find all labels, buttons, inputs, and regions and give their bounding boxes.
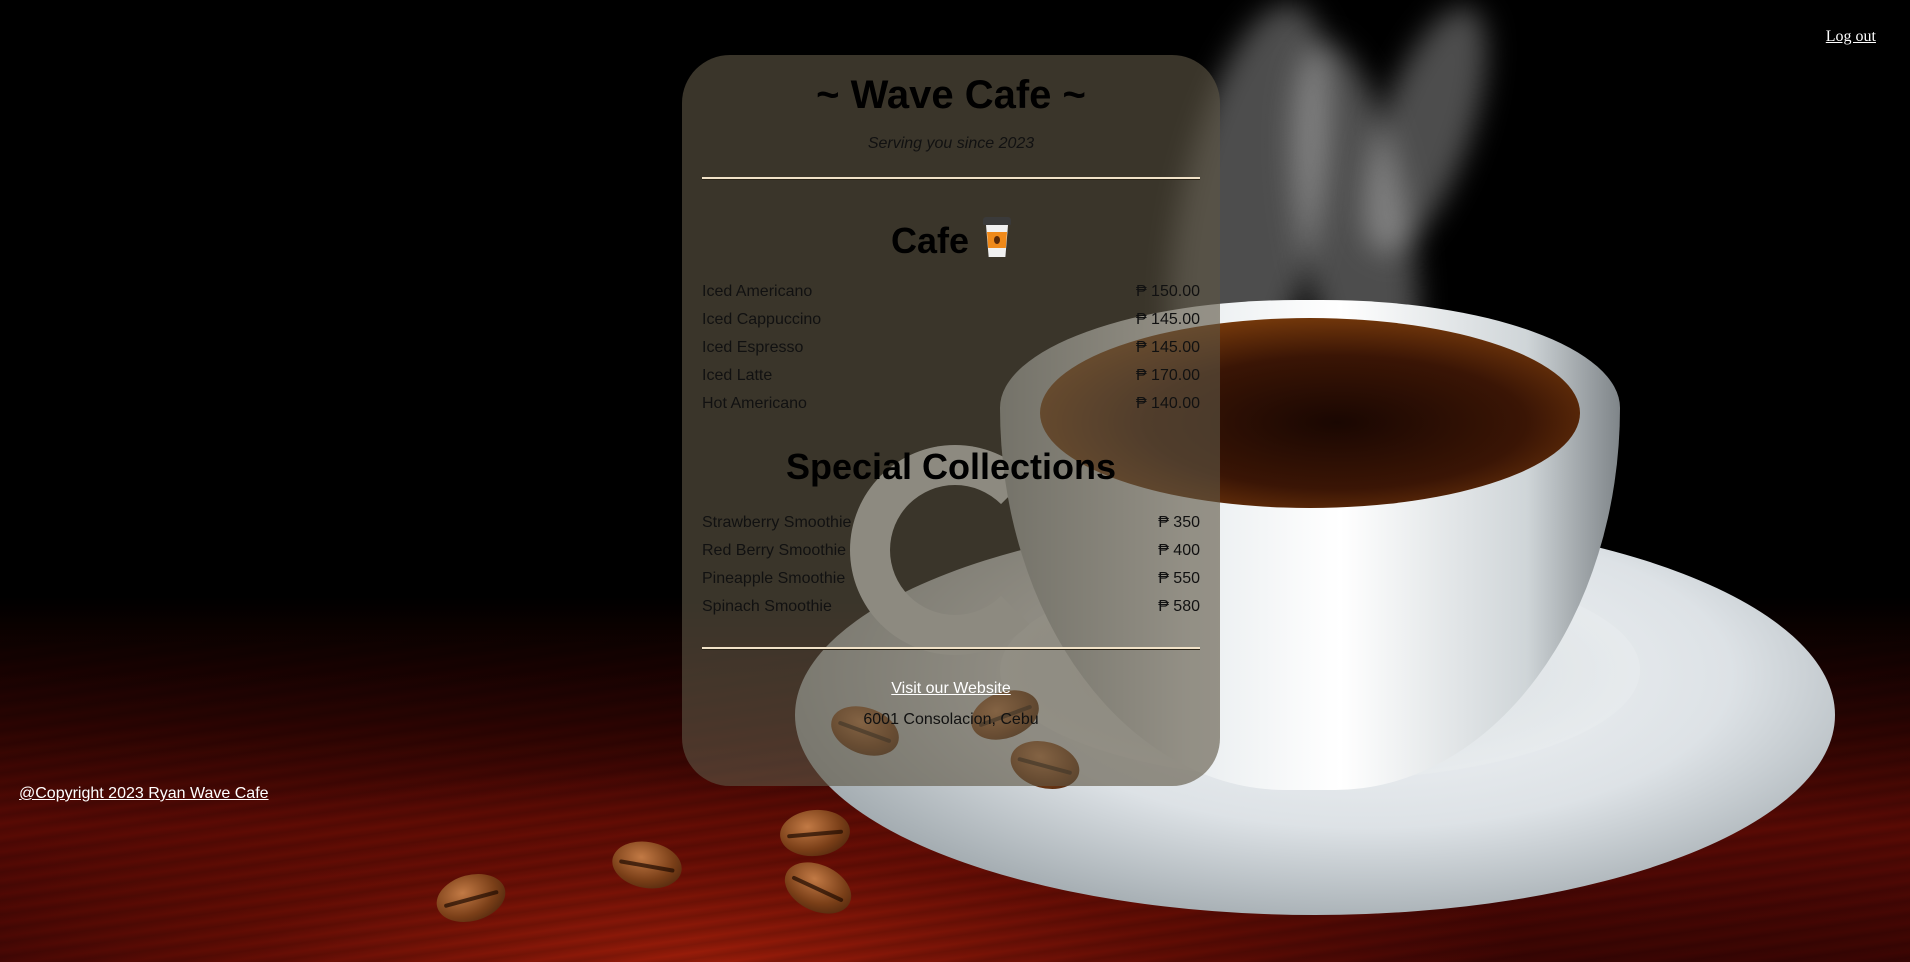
cafe-item-list: Iced Americano ₱ 150.00 Iced Cappuccino ₱ … bbox=[702, 278, 1200, 418]
menu-item-price: ₱ 140.00 bbox=[1135, 394, 1200, 412]
menu-item-price: ₱ 350 bbox=[1158, 514, 1200, 532]
cafe-title: ~ Wave Cafe ~ bbox=[816, 73, 1086, 117]
menu-item: Iced Espresso ₱ 145.00 bbox=[702, 334, 1200, 362]
menu-item-name: Hot Americano bbox=[702, 394, 807, 412]
menu-item-price: ₱ 550 bbox=[1158, 570, 1200, 588]
section-title-cafe: Cafe bbox=[702, 217, 1200, 261]
menu-item: Pineapple Smoothie ₱ 550 bbox=[702, 565, 1200, 593]
menu-item-price: ₱ 400 bbox=[1158, 542, 1200, 560]
menu-item-name: Iced Americano bbox=[702, 282, 813, 300]
menu-item-name: Red Berry Smoothie bbox=[702, 542, 847, 560]
cafe-tagline: Serving you since 2023 bbox=[867, 135, 1035, 152]
menu-item: Iced Cappuccino ₱ 145.00 bbox=[702, 306, 1200, 334]
menu-item-price: ₱ 150.00 bbox=[1135, 282, 1200, 300]
menu-item: Spinach Smoothie ₱ 580 bbox=[702, 593, 1200, 621]
copyright-link[interactable]: @Copyright 2023 Ryan Wave Cafe bbox=[19, 785, 269, 803]
menu-item-name: Spinach Smoothie bbox=[702, 598, 832, 616]
menu-item-price: ₱ 145.00 bbox=[1135, 310, 1200, 328]
menu-item-name: Iced Latte bbox=[702, 366, 773, 384]
menu-item-name: Strawberry Smoothie bbox=[702, 514, 852, 532]
menu-item: Iced Americano ₱ 150.00 bbox=[702, 278, 1200, 306]
menu-item-name: Iced Cappuccino bbox=[702, 310, 822, 328]
menu-item: Iced Latte ₱ 170.00 bbox=[702, 362, 1200, 390]
menu-item-price: ₱ 145.00 bbox=[1135, 338, 1200, 356]
special-item-list: Strawberry Smoothie ₱ 350 Red Berry Smoot… bbox=[702, 509, 1200, 621]
menu-item: Hot Americano ₱ 140.00 bbox=[702, 390, 1200, 418]
menu-item-price: ₱ 170.00 bbox=[1135, 366, 1200, 384]
menu-item-price: ₱ 580 bbox=[1158, 598, 1200, 616]
menu-item-name: Pineapple Smoothie bbox=[702, 570, 846, 588]
section-title-special-collections: Special Collections bbox=[785, 445, 1117, 487]
takeout-coffee-cup-icon bbox=[983, 217, 1012, 257]
menu-card: ~ Wave Cafe ~ Serving you since 2023 Caf… bbox=[682, 55, 1220, 786]
logout-link[interactable]: Log out bbox=[1826, 28, 1876, 46]
cafe-address: 6001 Consolacion, Cebu bbox=[863, 711, 1039, 729]
menu-item: Red Berry Smoothie ₱ 400 bbox=[702, 537, 1200, 565]
section-title-cafe-text: Cafe bbox=[890, 220, 969, 261]
visit-website-link[interactable]: Visit our Website bbox=[702, 680, 1200, 698]
menu-item-name: Iced Espresso bbox=[702, 338, 804, 356]
menu-item: Strawberry Smoothie ₱ 350 bbox=[702, 509, 1200, 537]
page: Log out ~ Wave Cafe ~ Serving you since … bbox=[0, 0, 1910, 962]
